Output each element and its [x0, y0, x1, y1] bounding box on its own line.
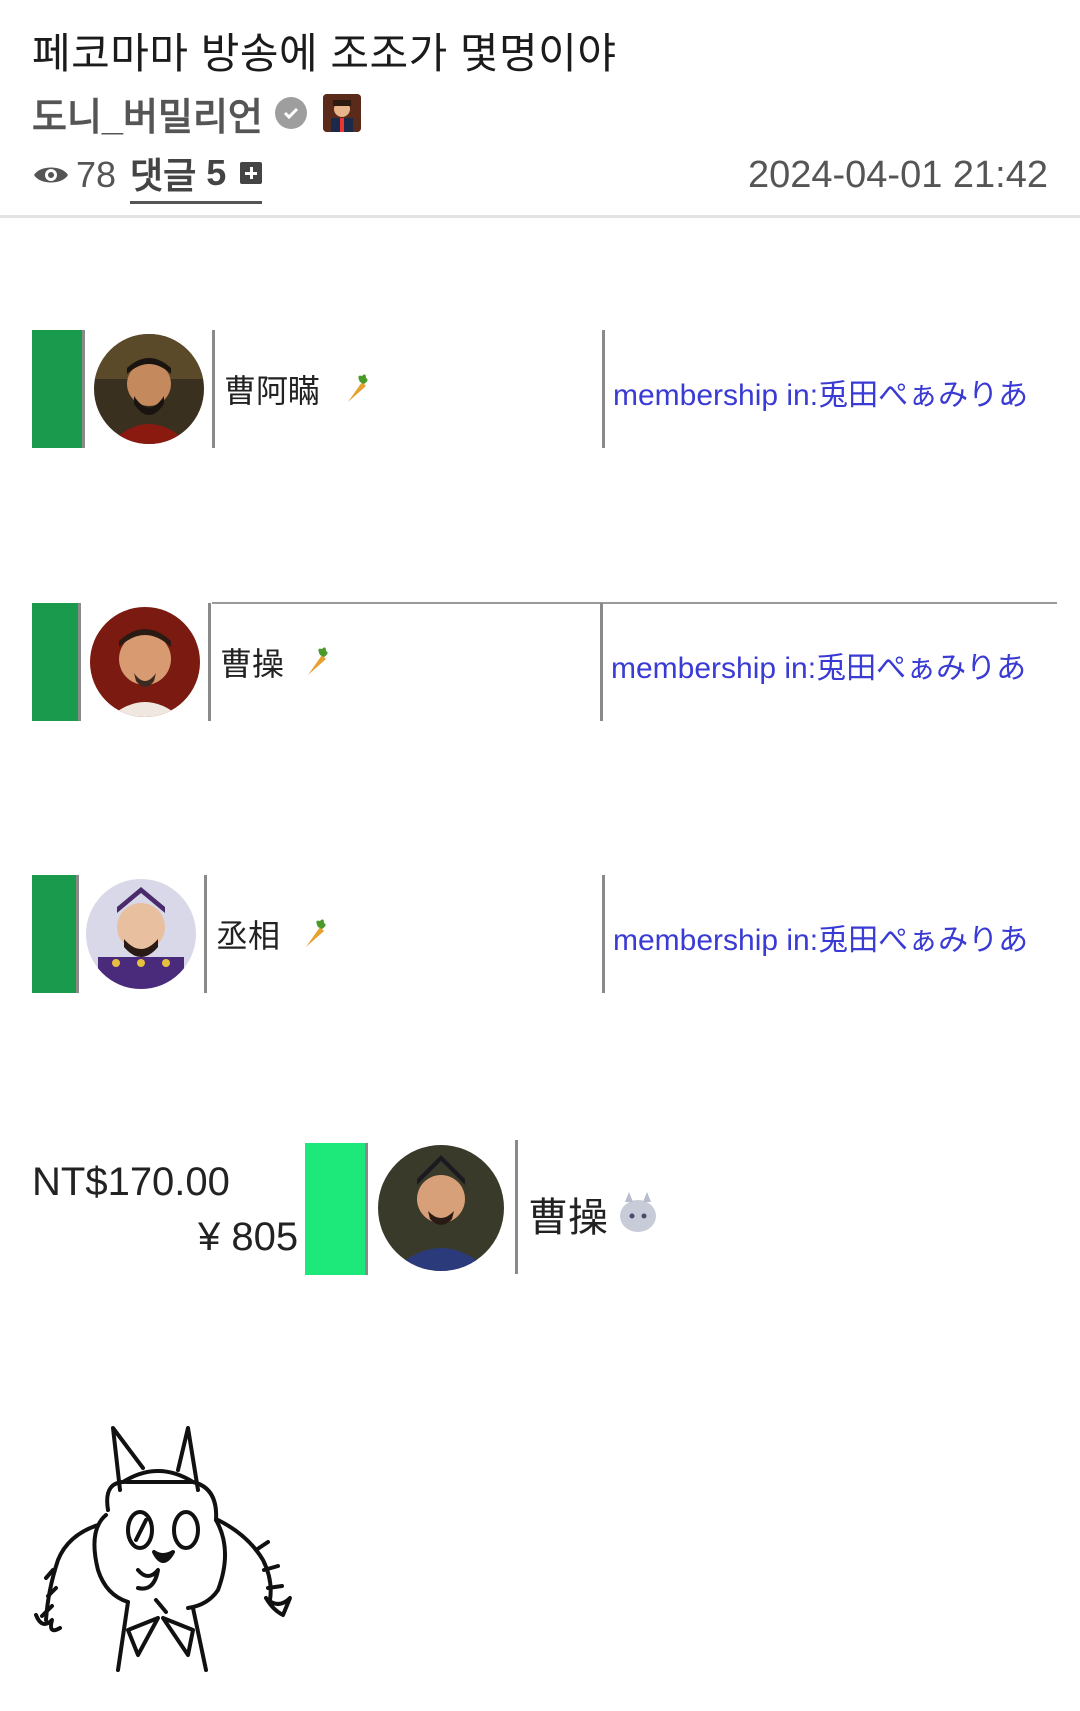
- membership-text: membership in:兎田ぺぁみりあ: [613, 924, 1029, 957]
- carrot-icon: [306, 919, 326, 947]
- chat-row: 丞相 membership in:兎田ぺぁみりあ: [32, 875, 1052, 993]
- row-separator: [365, 1143, 368, 1275]
- membership-text: membership in:兎田ぺぁみりあ: [611, 652, 1027, 685]
- membership-bar: [32, 875, 76, 993]
- view-count-value: 78: [76, 154, 117, 195]
- superchat-bar: [305, 1143, 365, 1275]
- superchat-converted-amount: ¥ 805: [198, 1215, 299, 1259]
- membership-bar: [32, 330, 82, 448]
- row-top-border: [212, 602, 1057, 604]
- chat-row: 曹阿瞞 membership in:兎田ぺぁみりあ: [32, 330, 1052, 448]
- post-title: 페코마마 방송에 조조가 몇명이야: [32, 30, 617, 77]
- header-divider: [0, 215, 1080, 218]
- row-separator: [76, 875, 79, 993]
- superchat-amount: NT$170.00: [32, 1160, 230, 1204]
- rabbit-girl-sketch: [34, 1426, 292, 1672]
- chat-author-name: 曹阿瞞: [224, 372, 321, 410]
- row-separator: [78, 603, 81, 721]
- view-count: 78: [32, 154, 116, 196]
- avatar: [90, 607, 200, 717]
- avatar: [86, 879, 196, 989]
- row-separator: [212, 330, 215, 448]
- avatar: [94, 334, 204, 444]
- eye-icon: [34, 167, 68, 183]
- row-separator: [602, 875, 605, 993]
- chat-author-name: 曹操: [220, 645, 285, 683]
- comments-label: 댓글: [130, 154, 197, 196]
- carrot-icon: [348, 374, 368, 402]
- superchat-avatar: [378, 1145, 504, 1271]
- row-separator: [602, 330, 605, 448]
- row-separator: [515, 1140, 518, 1274]
- member-badge-icon: [620, 1192, 656, 1232]
- comments-count: 5: [206, 151, 227, 193]
- meta-row: 78 댓글 5 2024-04-01 21:42: [32, 150, 1048, 204]
- chat-row: 曹操 membership in:兎田ぺぁみりあ: [32, 602, 1057, 721]
- row-separator: [600, 603, 603, 721]
- carrot-icon: [308, 647, 328, 675]
- row-separator: [82, 330, 85, 448]
- row-separator: [204, 875, 207, 993]
- author-avatar[interactable]: [322, 94, 361, 132]
- membership-bar: [32, 603, 78, 721]
- comment-add-icon[interactable]: [240, 161, 263, 184]
- post-timestamp: 2024-04-01 21:42: [747, 153, 1048, 196]
- membership-text: membership in:兎田ぺぁみりあ: [613, 379, 1029, 412]
- author-row[interactable]: 도니_버밀리언: [32, 86, 361, 141]
- row-separator: [208, 603, 211, 721]
- chat-author-name: 丞相: [216, 917, 281, 955]
- author-name[interactable]: 도니_버밀리언: [32, 86, 263, 141]
- verified-check-icon: [274, 97, 307, 129]
- comments-link[interactable]: 댓글 5: [130, 147, 263, 204]
- superchat-author-name: 曹操: [528, 1195, 608, 1241]
